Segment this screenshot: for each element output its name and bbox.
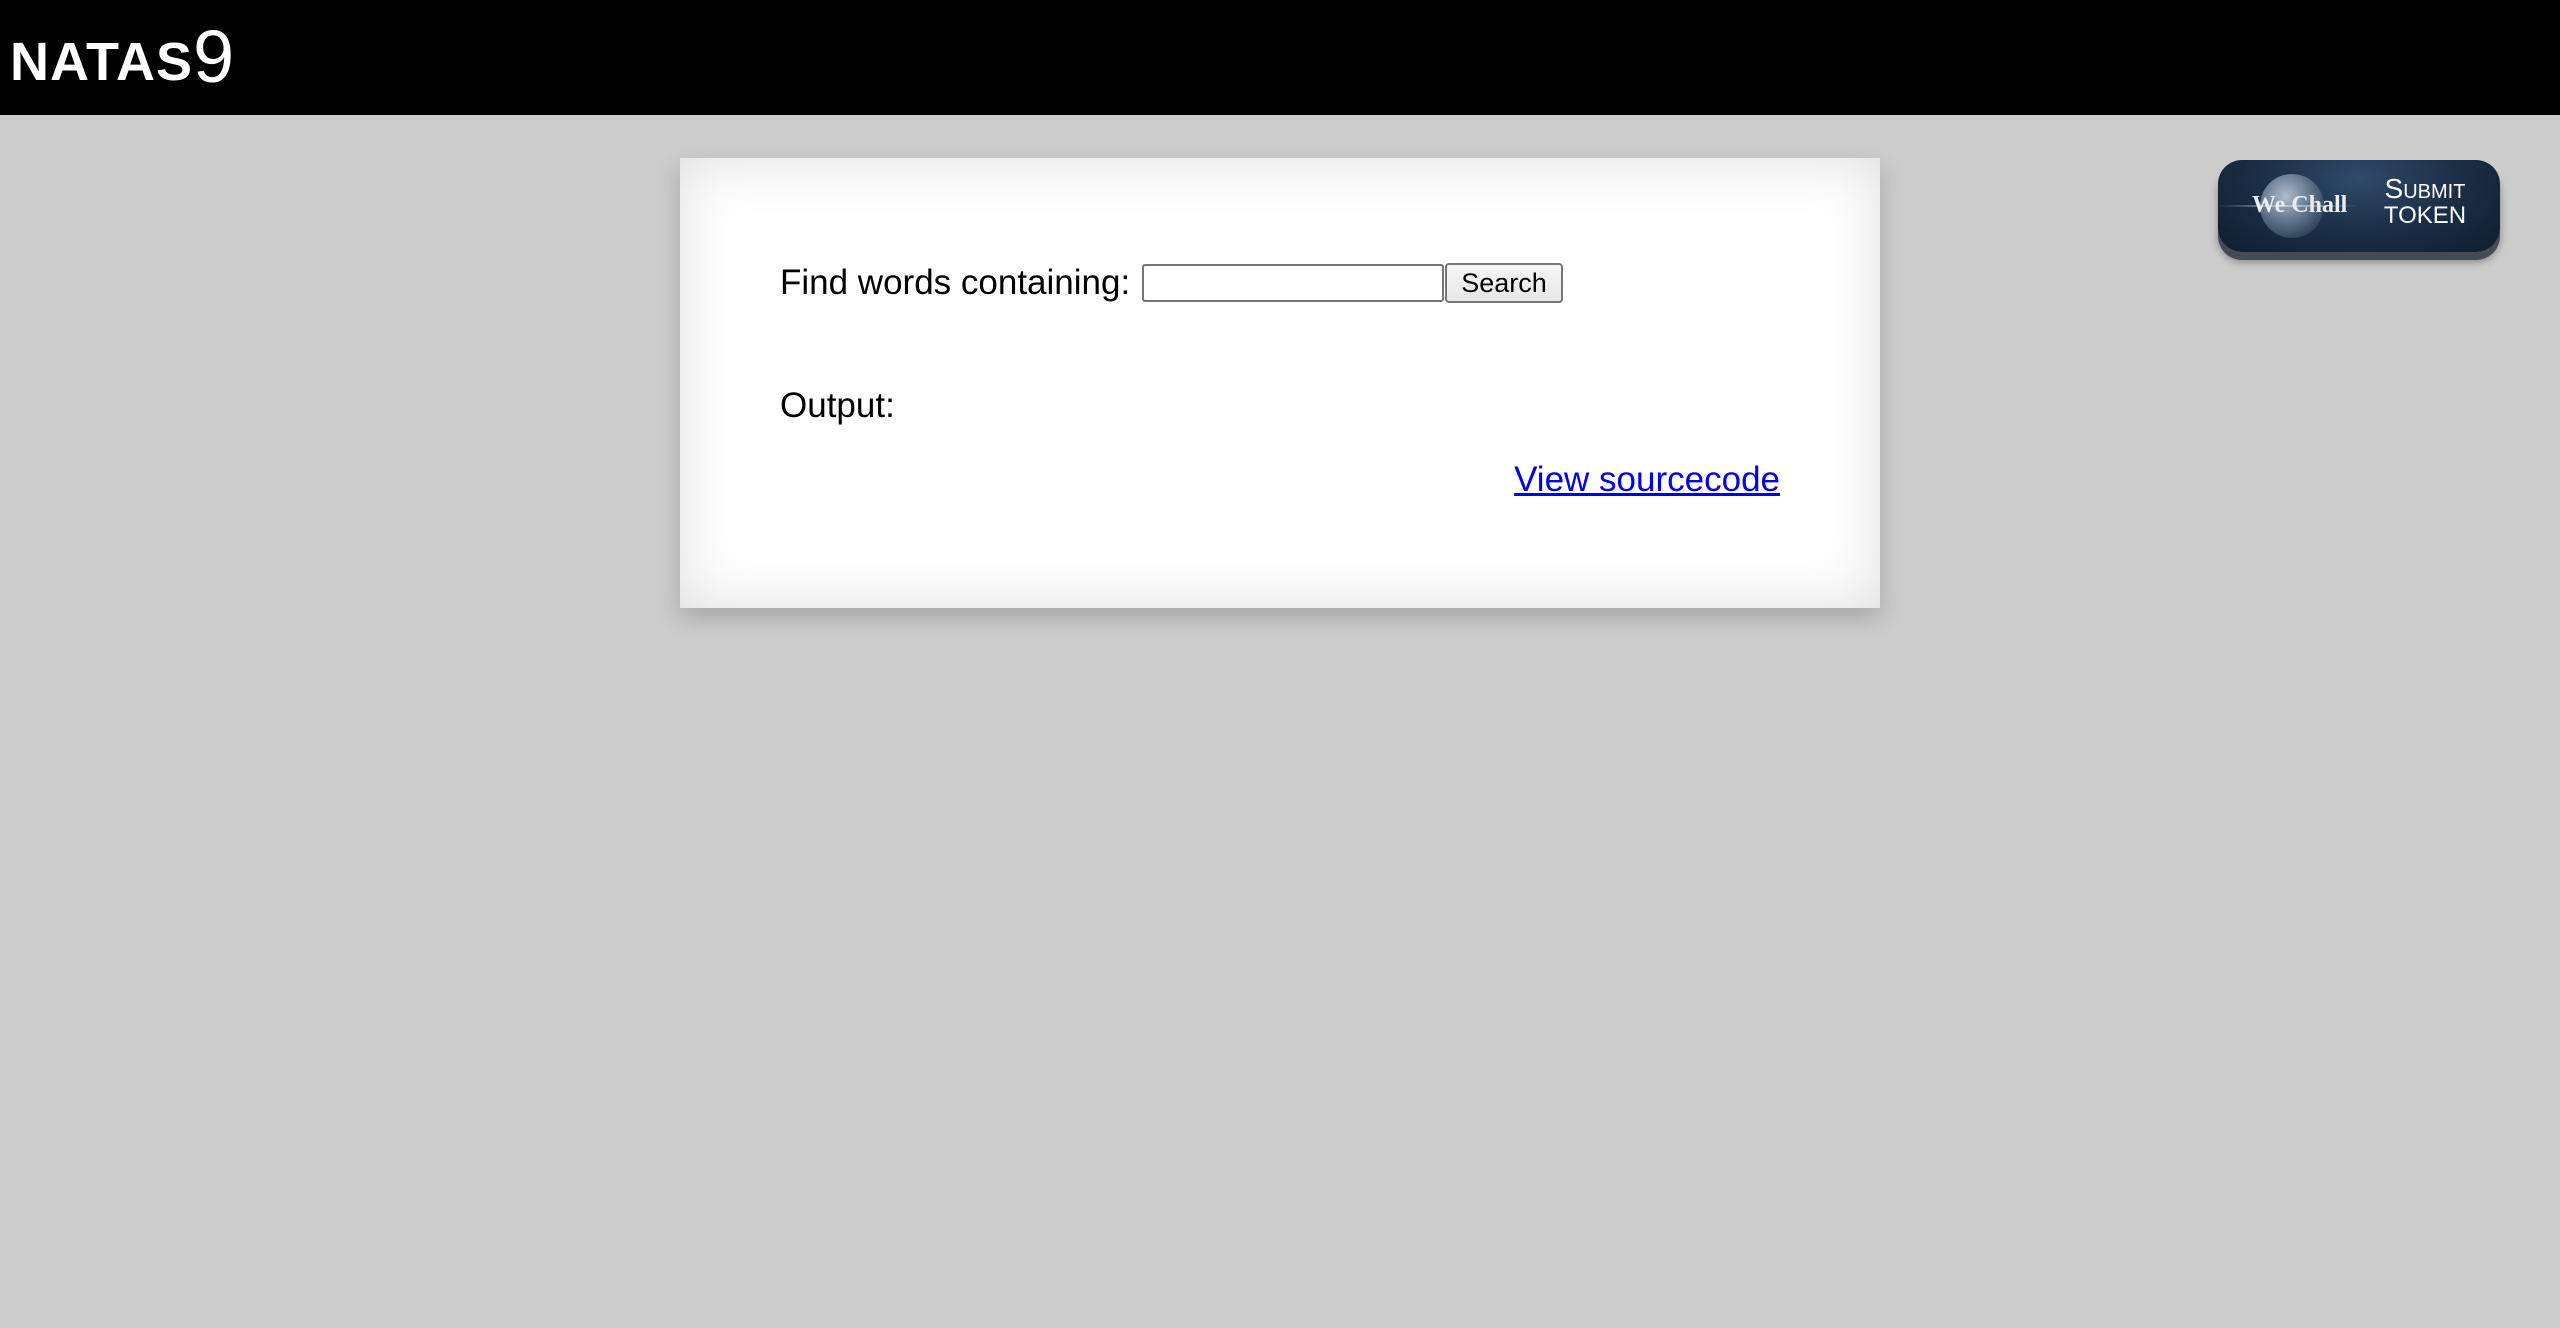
search-label: Find words containing: (780, 263, 1131, 302)
submit-token-label: Submit TOKEN (2364, 174, 2486, 229)
output-label: Output: (780, 386, 895, 425)
search-form: Find words containing: Search (780, 261, 1563, 305)
submit-label-line2: TOKEN (2383, 202, 2467, 230)
wechall-logo-text: We Chall (2252, 192, 2348, 218)
page-title: NATAS9 (10, 18, 234, 94)
content-panel: Find words containing: Search Output: Vi… (680, 158, 1880, 608)
submit-label-line1: Submit (2384, 173, 2466, 204)
wechall-submit-token-button[interactable]: We Chall Submit TOKEN (2218, 160, 2500, 252)
view-sourcecode-link[interactable]: View sourcecode (1514, 460, 1780, 500)
title-text: NATAS (10, 32, 193, 92)
header-bar: NATAS9 (0, 0, 2560, 115)
title-level-number: 9 (192, 15, 235, 98)
search-input[interactable] (1142, 264, 1445, 302)
page: NATAS9 Find words containing: Search Out… (0, 0, 2560, 1328)
search-button[interactable]: Search (1445, 263, 1563, 303)
